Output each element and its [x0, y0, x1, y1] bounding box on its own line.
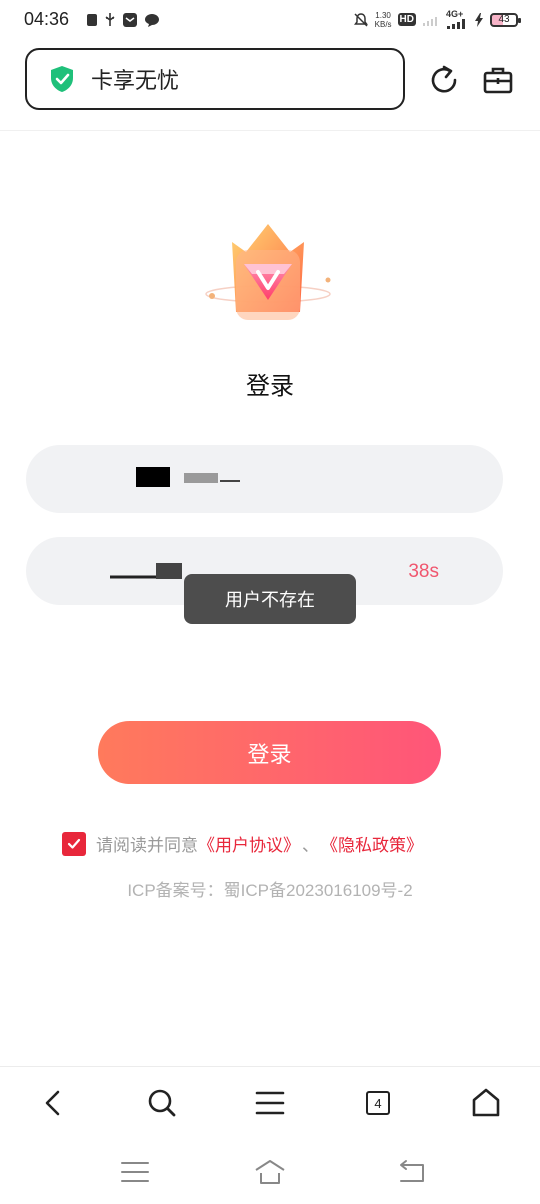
- agreement-prefix: 请阅读并同意: [96, 836, 198, 856]
- user-agreement-link[interactable]: 《用户协议》: [198, 831, 300, 856]
- browser-top-bar: 卡享无忧: [0, 40, 540, 131]
- address-bar[interactable]: 卡享无忧: [25, 48, 405, 110]
- search-icon[interactable]: [146, 1087, 178, 1119]
- mute-icon: [353, 12, 368, 27]
- battery-icon: 43: [490, 12, 521, 27]
- address-title: 卡享无忧: [91, 69, 180, 94]
- toolbox-icon[interactable]: [482, 64, 514, 96]
- mail-icon: [123, 13, 137, 27]
- signal-icon: [447, 19, 465, 29]
- resend-countdown: 38s: [408, 561, 439, 582]
- status-time: 04:36: [24, 9, 70, 29]
- refresh-icon[interactable]: [428, 64, 460, 96]
- usb-icon: [105, 13, 115, 26]
- network-speed: 1.30 KB/s: [375, 11, 392, 29]
- battery-level: 43: [498, 14, 510, 25]
- tabs-count: 4: [374, 1095, 382, 1111]
- masked-phone-value: [136, 467, 240, 487]
- network-speed-unit: KB/s: [374, 19, 392, 29]
- agreement-checkbox[interactable]: [62, 831, 86, 856]
- sim-icon: [87, 14, 97, 26]
- network-type-label: 4G+: [446, 9, 464, 19]
- status-bar: 04:36 1.30 KB/s HD 4G+ 43: [0, 0, 540, 40]
- login-heading: 登录: [246, 372, 294, 400]
- login-button[interactable]: 登录: [98, 721, 441, 784]
- charging-icon: [475, 12, 483, 27]
- tabs-count-button[interactable]: 4: [366, 1091, 390, 1115]
- signal-4g: 4G+: [446, 10, 468, 29]
- icp-record: ICP备案号：蜀ICP备2023016109号-2: [127, 881, 413, 900]
- status-system-icons: 1.30 KB/s HD 4G+ 43: [353, 10, 521, 29]
- agreement-separator: 、: [302, 836, 319, 856]
- hd-badge: HD: [397, 13, 416, 26]
- home-icon[interactable]: [470, 1087, 502, 1119]
- error-toast: 用户不存在: [184, 574, 356, 624]
- system-back-icon[interactable]: [395, 1158, 427, 1186]
- status-notification-icons: [86, 12, 160, 28]
- vip-diamond-logo: [205, 224, 331, 320]
- network-speed-value: 1.30: [375, 10, 391, 20]
- back-icon[interactable]: [38, 1087, 70, 1119]
- masked-code-value: [110, 563, 182, 579]
- browser-bottom-nav: [0, 1066, 540, 1141]
- check-icon: [67, 838, 81, 849]
- privacy-policy-link[interactable]: 《隐私政策》: [321, 831, 423, 856]
- message-icon: [145, 14, 159, 27]
- system-home-icon[interactable]: [254, 1158, 286, 1186]
- menu-icon[interactable]: [254, 1087, 286, 1119]
- recent-apps-icon[interactable]: [119, 1158, 151, 1186]
- secure-shield-icon: [51, 66, 73, 92]
- signal-weak-icon: [423, 16, 437, 26]
- agreement-row: 请阅读并同意 《用户协议》 、 《隐私政策》: [62, 831, 423, 856]
- phone-input[interactable]: [26, 445, 503, 513]
- system-nav-bar: [0, 1140, 540, 1204]
